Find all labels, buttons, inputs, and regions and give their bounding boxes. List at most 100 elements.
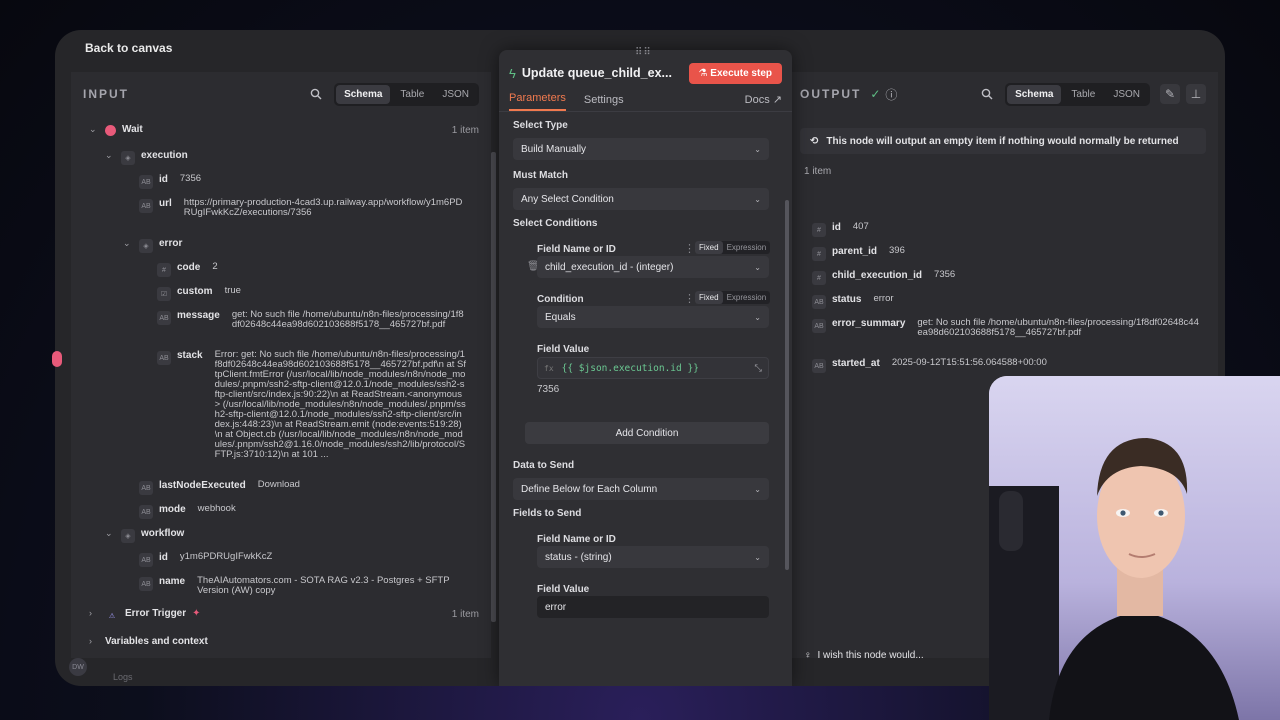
input-panel: INPUT Schema Table JSON ⌄ Wait 1 item ⌄ …	[71, 72, 496, 658]
logs-label[interactable]: Logs	[113, 672, 133, 682]
field-name-mode-toggle[interactable]: Fixed Expression	[695, 241, 771, 254]
field-name-label: Field Name or ID	[537, 244, 616, 255]
number-type-icon: #	[812, 271, 826, 285]
input-tab-json[interactable]: JSON	[434, 85, 477, 104]
must-match-dropdown[interactable]: Any Select Condition ⌄	[513, 188, 769, 210]
add-condition-button[interactable]: Add Condition	[525, 422, 769, 444]
back-to-canvas[interactable]: Back to canvas	[85, 38, 172, 58]
string-type-icon: AB	[157, 351, 171, 365]
tree-node-wait[interactable]: ⌄ Wait	[89, 124, 143, 136]
bolt-node-icon: ϟ	[509, 65, 516, 81]
field-value-result: 7356	[537, 384, 560, 395]
select-type-dropdown[interactable]: Build Manually ⌄	[513, 138, 769, 160]
feedback-prompt[interactable]: ♀ I wish this node would...	[804, 650, 924, 661]
wait-item-count: 1 item	[451, 125, 479, 136]
more-options-icon[interactable]: ⋮	[684, 292, 695, 305]
chevron-down-icon: ⌄	[123, 238, 131, 248]
pin-icon[interactable]: ⊥	[1186, 84, 1206, 104]
check-circle-icon: ✓	[870, 87, 881, 101]
field-message: AB message get: No such file /home/ubunt…	[157, 310, 467, 330]
node-title[interactable]: Update queue_child_ex...	[522, 66, 683, 80]
more-options-icon[interactable]: ⋮	[684, 242, 695, 255]
string-type-icon: AB	[139, 505, 153, 519]
chevron-down-icon: ⌄	[105, 528, 113, 538]
field-value-label: Field Value	[537, 344, 590, 355]
bolt-icon: ✦	[192, 608, 201, 619]
tree-node-error[interactable]: ⌄ ◈ error	[123, 238, 182, 253]
chevron-down-icon: ⌄	[754, 262, 761, 272]
select-conditions-label: Select Conditions	[513, 218, 598, 229]
output-field-value: 2025-09-12T15:51:56.064588+00:00	[891, 357, 1047, 368]
chevron-down-icon: ⌄	[754, 194, 761, 204]
output-field-key: id	[832, 222, 841, 233]
info-icon[interactable]: ⓘ	[883, 86, 899, 102]
field-stack: AB stack Error: get: No such file /home/…	[157, 350, 467, 466]
data-to-send-dropdown[interactable]: Define Below for Each Column ⌄	[513, 478, 769, 500]
tree-node-variables[interactable]: › Variables and context	[89, 636, 208, 647]
string-type-icon: AB	[139, 175, 153, 189]
output-field-value: 7356	[934, 269, 956, 280]
output-field-key: started_at	[832, 358, 880, 369]
input-view-toggle: Schema Table JSON	[334, 82, 479, 106]
condition-mode-toggle[interactable]: Fixed Expression	[695, 291, 771, 304]
input-tab-table[interactable]: Table	[392, 85, 432, 104]
node-scrollbar[interactable]	[785, 200, 789, 570]
boolean-type-icon: ☑	[157, 287, 171, 301]
number-type-icon: #	[812, 223, 826, 237]
field-name-dropdown[interactable]: child_execution_id - (integer) ⌄	[537, 256, 769, 278]
docs-link[interactable]: Docs ↗	[745, 93, 782, 111]
output-field-key: parent_id	[832, 246, 878, 257]
tree-node-execution[interactable]: ⌄ ◈ execution	[105, 150, 188, 165]
output-tab-table[interactable]: Table	[1063, 85, 1103, 104]
tab-parameters[interactable]: Parameters	[509, 92, 566, 111]
string-type-icon: AB	[139, 481, 153, 495]
error-trigger-icon: ⚠	[108, 613, 116, 620]
output-field-error-summary: AB error_summary get: No such file /home/u…	[812, 318, 1207, 338]
field-value-expression[interactable]: fx {{ $json.execution.id }} ⤡	[537, 357, 769, 379]
drag-handle[interactable]: ⠿⠿	[635, 47, 652, 58]
field-last-node-executed: AB lastNodeExecuted Download	[139, 480, 300, 495]
output-field-started-at: AB started_at 2025-09-12T15:51:56.064588+0…	[812, 358, 1207, 373]
condition-dropdown[interactable]: Equals ⌄	[537, 306, 769, 328]
edit-icon[interactable]: ✎	[1160, 84, 1180, 104]
output-title: OUTPUT	[800, 87, 862, 101]
string-type-icon: AB	[812, 295, 826, 309]
fx-icon: fx	[544, 363, 554, 373]
tree-node-workflow[interactable]: ⌄ ◈ workflow	[105, 528, 184, 543]
chevron-down-icon: ⌄	[754, 552, 761, 562]
output-tab-json[interactable]: JSON	[1105, 85, 1148, 104]
input-scrollbar[interactable]	[491, 152, 496, 622]
condition-label: Condition	[537, 294, 584, 305]
chevron-down-icon: ⌄	[754, 312, 761, 322]
string-type-icon: AB	[139, 553, 153, 567]
chevron-down-icon: ⌄	[754, 144, 761, 154]
execute-step-button[interactable]: ⚗ Execute step	[688, 62, 782, 84]
must-match-label: Must Match	[513, 170, 568, 181]
error-trigger-item-count: 1 item	[451, 609, 479, 620]
tab-settings[interactable]: Settings	[584, 94, 624, 111]
field-workflow-id: AB id y1m6PDRUgIFwkKcZ	[139, 552, 272, 567]
field-workflow-name: AB name TheAIAutomators.com - SOTA RAG v…	[139, 576, 469, 596]
input-tab-schema[interactable]: Schema	[336, 84, 391, 104]
object-icon: ◈	[139, 239, 153, 253]
search-icon[interactable]	[308, 86, 324, 102]
search-icon[interactable]	[979, 86, 995, 102]
back-to-canvas-label: Back to canvas	[85, 41, 173, 55]
output-field-status: AB status error	[812, 294, 1207, 309]
number-type-icon: #	[812, 247, 826, 261]
expand-icon[interactable]: ⤡	[754, 363, 762, 374]
field-value-2-input[interactable]: error	[537, 596, 769, 618]
output-tab-schema[interactable]: Schema	[1007, 84, 1062, 104]
field-custom: ☑ custom true	[157, 286, 241, 301]
tree-node-error-trigger[interactable]: › ⚠ Error Trigger ✦	[89, 608, 201, 623]
output-item-count: 1 item	[804, 166, 832, 177]
string-type-icon: AB	[812, 319, 826, 333]
chevron-right-icon: ›	[89, 608, 92, 618]
string-type-icon: AB	[139, 577, 153, 591]
node-parameters-panel: ⠿⠿ ϟ Update queue_child_ex... ⚗ Execute …	[499, 47, 792, 686]
field-name-2-dropdown[interactable]: status - (string) ⌄	[537, 546, 769, 568]
number-type-icon: #	[157, 263, 171, 277]
field-url: AB url https://primary-production-4cad3.…	[139, 198, 469, 218]
wait-node-icon	[105, 125, 116, 136]
avatar[interactable]: DW	[69, 658, 87, 676]
